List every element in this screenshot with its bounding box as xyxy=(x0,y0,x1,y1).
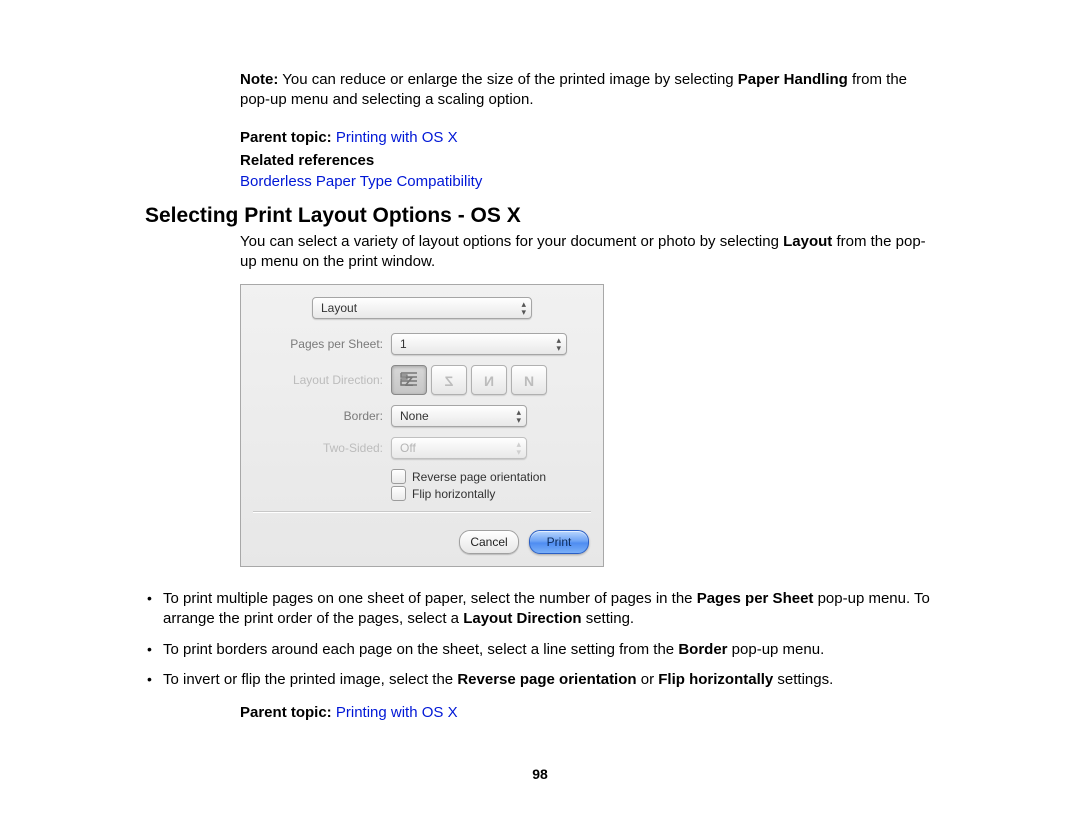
pages-per-sheet-popup[interactable]: 1 ▴▾ xyxy=(391,333,567,355)
z-mirror-icon: Z xyxy=(439,370,459,390)
updown-caret-icon: ▴▾ xyxy=(556,336,560,352)
updown-caret-icon: ▴▾ xyxy=(516,408,520,424)
border-row: Border: None ▴▾ xyxy=(253,405,591,427)
bullet-1: To print multiple pages on one sheet of … xyxy=(145,589,935,630)
reverse-page-row[interactable]: Reverse page orientation xyxy=(391,469,591,484)
related-references-heading: Related references xyxy=(240,152,935,169)
divider xyxy=(253,511,591,512)
parent-topic-bottom: Parent topic: Printing with OS X xyxy=(240,704,935,721)
pages-per-sheet-label: Pages per Sheet: xyxy=(253,337,391,351)
flip-horizontally-row[interactable]: Flip horizontally xyxy=(391,486,591,501)
layout-direction-4[interactable]: N xyxy=(511,365,547,395)
parent-topic-label: Parent topic: xyxy=(240,129,332,146)
related-reference-link[interactable]: Borderless Paper Type Compatibility xyxy=(240,173,935,190)
parent-topic-label: Parent topic: xyxy=(240,704,332,721)
checkbox-icon[interactable] xyxy=(391,486,406,501)
note-label: Note: xyxy=(240,71,278,88)
bullet-list: To print multiple pages on one sheet of … xyxy=(145,589,935,690)
parent-topic: Parent topic: Printing with OS X xyxy=(240,129,935,146)
section-intro: You can select a variety of layout optio… xyxy=(240,232,935,273)
print-layout-dialog: Layout ▴▾ Pages per Sheet: 1 ▴▾ Layout D… xyxy=(240,284,604,567)
parent-topic-link[interactable]: Printing with OS X xyxy=(336,704,458,721)
layout-direction-1[interactable]: Z xyxy=(391,365,427,395)
z-pattern-icon: Z xyxy=(399,370,419,390)
pages-per-sheet-row: Pages per Sheet: 1 ▴▾ xyxy=(253,333,591,355)
layout-direction-group: Z Z И N xyxy=(391,365,591,395)
bullets-3: To invert or flip the printed image, sel… xyxy=(145,670,935,690)
svg-text:Z: Z xyxy=(405,373,414,389)
layout-direction-row: Layout Direction: Z Z И N xyxy=(253,365,591,395)
layout-menu-value: Layout xyxy=(321,301,357,315)
two-sided-row: Two-Sided: Off ▴▾ xyxy=(253,437,591,459)
page: Note: You can reduce or enlarge the size… xyxy=(0,0,1080,834)
updown-caret-icon: ▴▾ xyxy=(521,300,525,316)
two-sided-popup: Off ▴▾ xyxy=(391,437,527,459)
print-button[interactable]: Print xyxy=(529,530,589,554)
page-number: 98 xyxy=(0,766,1080,782)
two-sided-label: Two-Sided: xyxy=(253,441,391,455)
svg-text:N: N xyxy=(524,373,534,389)
parent-topic-link[interactable]: Printing with OS X xyxy=(336,129,458,146)
pages-per-sheet-value: 1 xyxy=(400,337,407,351)
layout-direction-label: Layout Direction: xyxy=(253,373,391,387)
n-mirror-icon: N xyxy=(519,370,539,390)
border-label: Border: xyxy=(253,409,391,423)
border-value: None xyxy=(400,409,429,423)
reverse-page-label: Reverse page orientation xyxy=(412,470,546,484)
svg-text:Z: Z xyxy=(444,373,453,389)
layout-menu-popup[interactable]: Layout ▴▾ xyxy=(312,297,532,319)
section-title: Selecting Print Layout Options - OS X xyxy=(145,204,935,228)
dialog-footer: Cancel Print xyxy=(241,530,603,566)
updown-caret-icon: ▴▾ xyxy=(516,440,520,456)
layout-direction-2[interactable]: Z xyxy=(431,365,467,395)
checkbox-icon[interactable] xyxy=(391,469,406,484)
border-popup[interactable]: None ▴▾ xyxy=(391,405,527,427)
svg-text:И: И xyxy=(484,373,494,389)
n-pattern-icon: И xyxy=(479,370,499,390)
bullet-2: To print borders around each page on the… xyxy=(145,640,935,660)
paper-handling-bold: Paper Handling xyxy=(738,71,848,88)
flip-horizontally-label: Flip horizontally xyxy=(412,487,495,501)
cancel-button[interactable]: Cancel xyxy=(459,530,519,554)
two-sided-value: Off xyxy=(400,441,416,455)
layout-bold: Layout xyxy=(783,233,832,250)
note-paragraph: Note: You can reduce or enlarge the size… xyxy=(240,70,935,111)
layout-direction-3[interactable]: И xyxy=(471,365,507,395)
